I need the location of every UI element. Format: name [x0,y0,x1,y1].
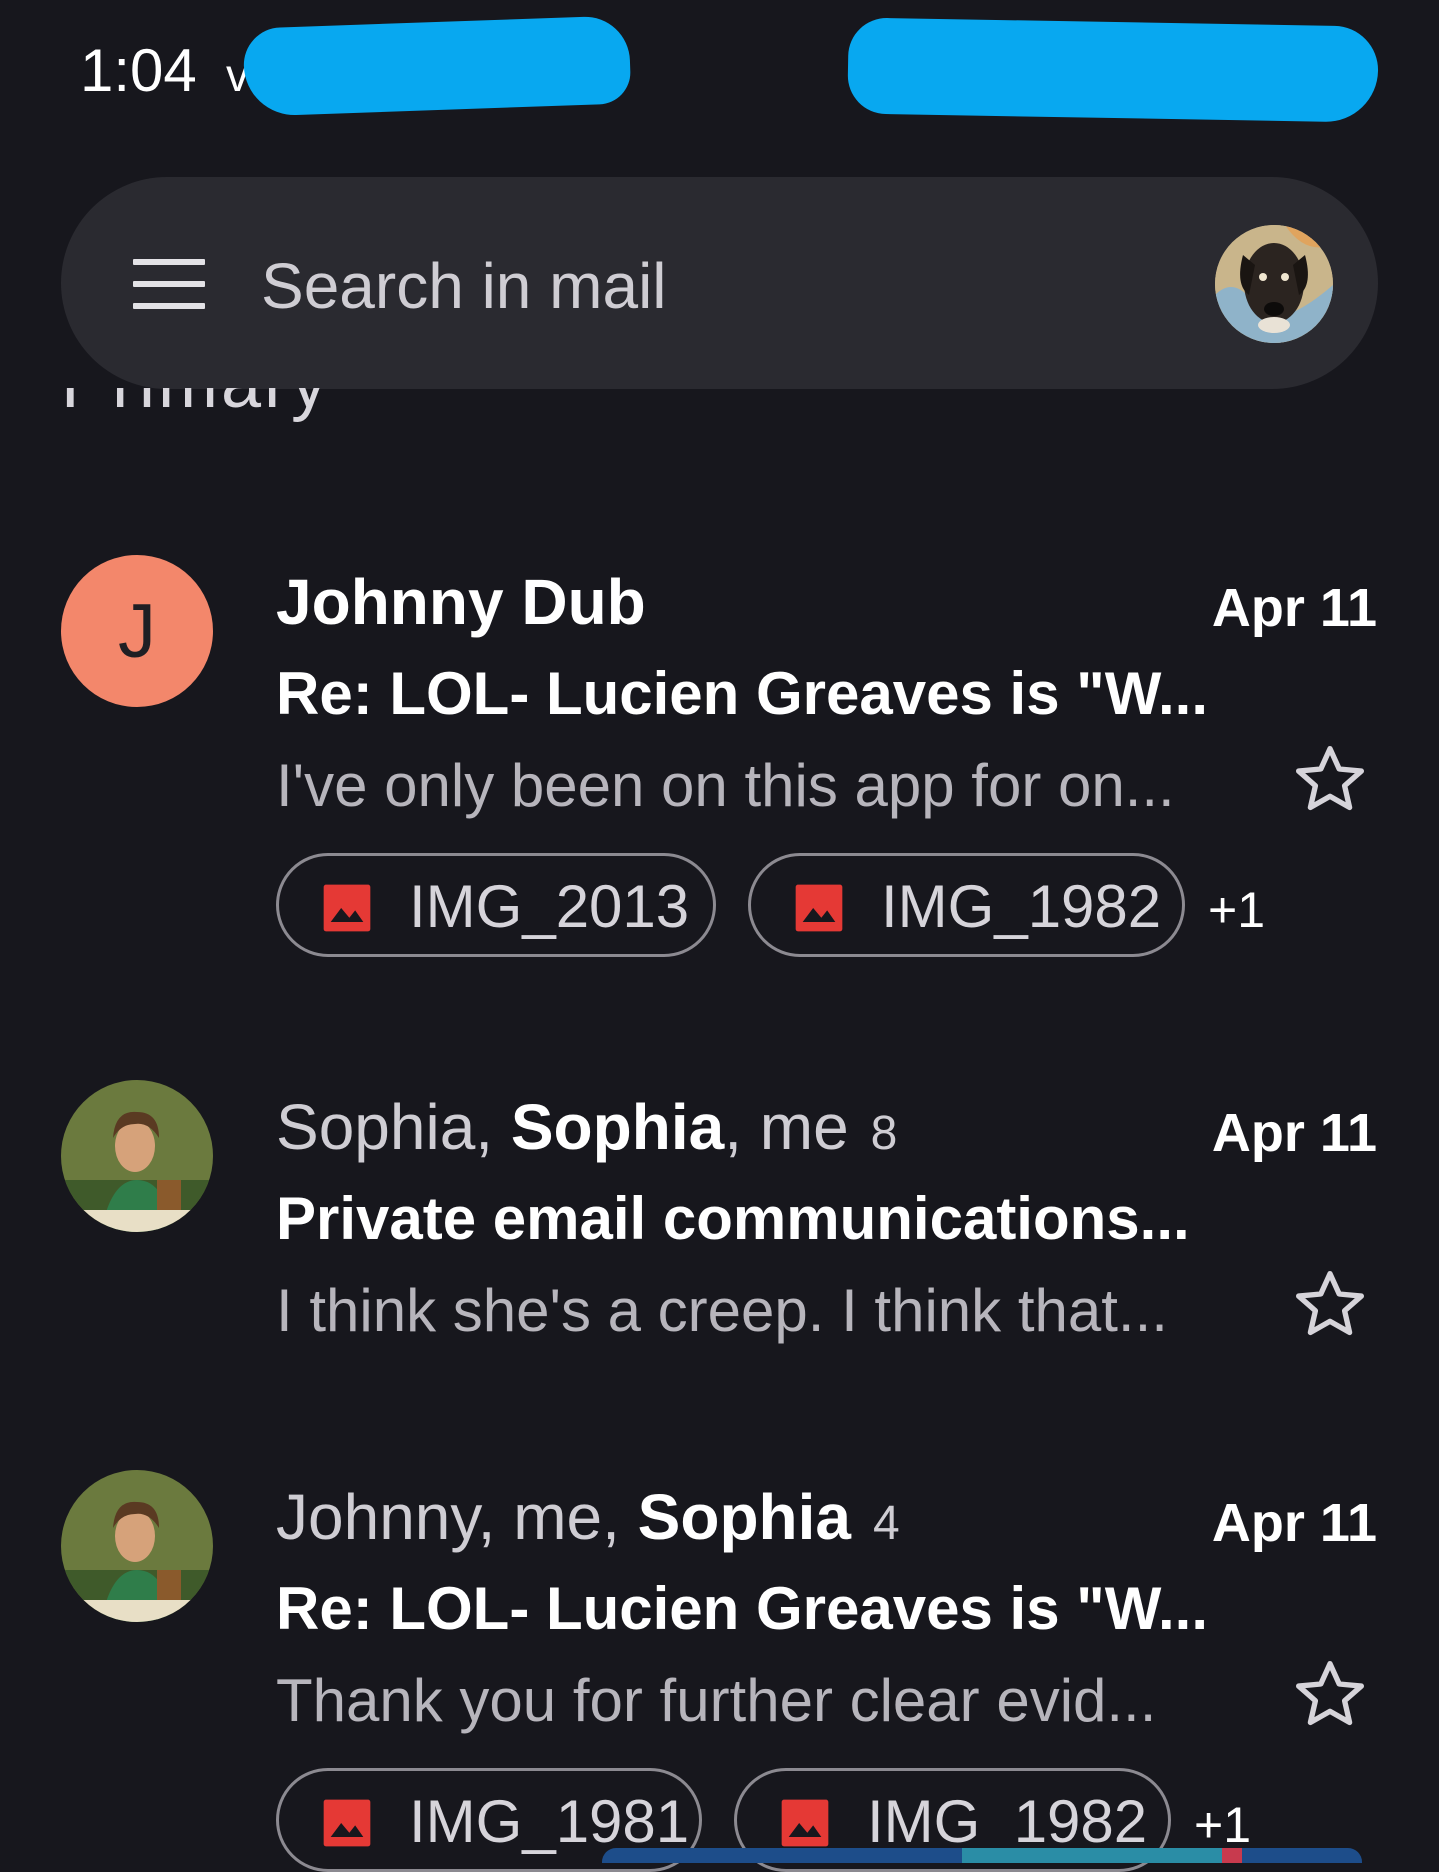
star-icon[interactable] [1290,1265,1370,1345]
image-icon [323,884,371,932]
star-icon[interactable] [1290,740,1370,820]
status-bar: 1:04 v [0,0,1439,150]
email-subject: Private email communications... [276,1185,1190,1252]
email-subject: Re: LOL- Lucien Greaves is "W... [276,1575,1209,1642]
email-row[interactable]: Johnny, me, Sophia 4 Apr 11 Re: LOL- Luci… [0,1470,1439,1872]
attachment-name: IMG_1982 [867,1788,1148,1855]
email-subject: Re: LOL- Lucien Greaves is "W... [276,660,1209,727]
attachment-name: IMG_1982 [881,873,1162,940]
email-row[interactable]: Sophia, Sophia, me 8 Apr 11 Private email… [0,1080,1439,1380]
thread-count: 8 [870,1107,898,1160]
star-icon[interactable] [1290,1655,1370,1735]
image-icon [781,1799,829,1847]
redaction-mark [242,15,632,117]
thread-count: 4 [873,1497,900,1550]
search-input[interactable]: Search in mail [261,249,667,323]
redaction-mark [847,17,1379,123]
sender-avatar[interactable] [61,1470,213,1622]
section-label-text: Primary [61,388,330,424]
sender-name: Johnny Dub [276,566,646,638]
menu-icon[interactable] [133,259,205,309]
attachment-chip[interactable]: IMG_1982 [748,853,1185,957]
email-row[interactable]: J Johnny Dub Apr 11 Re: LOL- Lucien Grea… [0,555,1439,985]
sender-avatar[interactable] [61,1080,213,1232]
more-attachments[interactable]: +1 [1194,1796,1251,1854]
email-date: Apr 11 [1211,1493,1377,1553]
image-icon [795,884,843,932]
sender-avatar[interactable]: J [61,555,213,707]
search-bar[interactable]: Search in mail [61,177,1378,389]
email-date: Apr 11 [1211,578,1377,638]
status-time: 1:04 [80,37,197,104]
compose-button-edge[interactable] [602,1848,1362,1863]
account-avatar[interactable] [1215,225,1333,343]
email-date: Apr 11 [1211,1103,1377,1163]
section-label: Primary [61,388,361,444]
email-snippet: I've only been on this app for on... [276,752,1175,819]
email-snippet: Thank you for further clear evid... [276,1667,1157,1734]
more-attachments[interactable]: +1 [1208,881,1265,939]
image-icon [323,1799,371,1847]
attachment-name: IMG_2013 [409,873,690,940]
email-snippet: I think she's a creep. I think that... [276,1277,1168,1344]
sender-list: Sophia, Sophia, me 8 [276,1091,898,1163]
attachment-name: IMG_1981 [409,1788,690,1855]
sender-list: Johnny, me, Sophia 4 [276,1481,900,1553]
attachment-chip[interactable]: IMG_2013 [276,853,716,957]
